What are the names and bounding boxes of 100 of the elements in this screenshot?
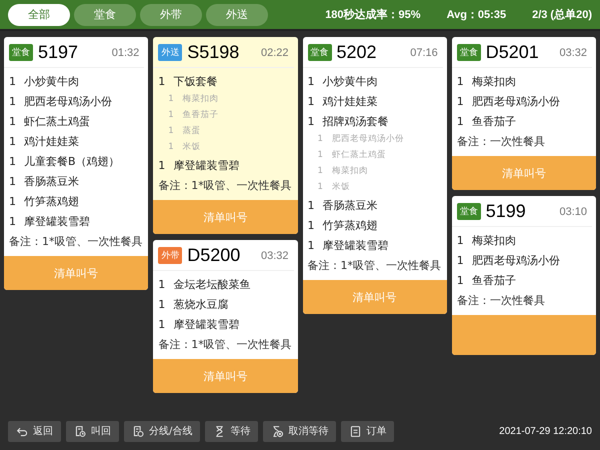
elapsed-time: 01:32: [112, 46, 140, 58]
item-name: 葱烧水豆腐: [173, 296, 228, 312]
item-quantity: 1: [308, 74, 314, 88]
stat-text: 180秒达成率：95%: [325, 8, 421, 22]
item-name: 鸡汁娃娃菜: [322, 94, 378, 108]
item-name: 肥西老母鸡汤小份: [472, 252, 560, 268]
item-quantity: 1: [9, 174, 16, 188]
toolbar-button[interactable]: 分线/合线: [124, 420, 200, 442]
item-quantity: 1: [9, 134, 16, 148]
order-number: S5198: [187, 42, 240, 63]
item-name: 梅菜扣肉: [472, 74, 516, 88]
item-name: 摩登罐装雪碧: [322, 238, 388, 252]
item-quantity: 1: [318, 134, 323, 144]
order-card[interactable]: 外带 D5200 03:32 1 金坛老坛酸菜鱼 1 葱烧水豆腐 1 摩登罐装雪碧 备注：1*吸管、一次性餐具 清单叫号: [153, 240, 298, 393]
item-name: 肥西老母鸡汤小份: [472, 94, 560, 108]
item-quantity: 1: [9, 194, 16, 208]
item-name: 金坛老坛酸菜鱼: [173, 276, 250, 292]
toolbar-button[interactable]: 等待: [205, 420, 258, 442]
stat-text: 2/3 (总单20): [532, 8, 592, 22]
toolbar-button[interactable]: 取消等待: [263, 420, 336, 442]
order-number: 5202: [336, 42, 378, 63]
elapsed-time: 07:16: [410, 46, 438, 58]
item-quantity: 1: [9, 74, 16, 88]
item-name: 鸡汁娃娃菜: [24, 134, 79, 148]
item-quantity: 1: [168, 126, 174, 136]
order-number: 5197: [38, 42, 80, 63]
order-number: 5199: [486, 201, 527, 222]
order-card[interactable]: 外送 S5198 02:22 1 下饭套餐 1 梅菜扣肉 1 鱼香茄子 1 蒸蛋 1 米饭 1 摩登罐装雪碧 备注：1*吸管、一次性餐具 清单叫号: [153, 37, 298, 234]
item-name: 虾仁蒸土鸡蛋: [332, 149, 386, 161]
item-name: 米饭: [332, 181, 350, 193]
item-quantity: 1: [456, 274, 464, 286]
item-quantity: 1: [158, 278, 166, 290]
item-quantity: 1: [168, 142, 174, 152]
item-quantity: 1: [308, 198, 314, 212]
item-quantity: 1: [308, 238, 314, 252]
item-quantity: 1: [308, 114, 314, 128]
item-name: 竹笋蒸鸡翅: [24, 194, 79, 208]
order-card[interactable]: 堂食 5202 07:16 1 小炒黄牛肉 1 鸡汁娃娃菜 1 招牌鸡汤套餐 1 肥西老母鸡汤小份 1 虾仁蒸土鸡蛋 1 梅菜扣肉 1 米饭 1 香肠蒸豆米 1 竹笋蒸鸡翅 1 摩登罐装雪碧 备注：1*吸管、一次性餐具 清单叫号: [302, 37, 447, 314]
item-name: 米饭: [182, 141, 201, 153]
item-quantity: 1: [456, 234, 464, 246]
order-note: 备注：1*吸管、一次性餐具: [158, 178, 292, 194]
item-name: 鱼香茄子: [472, 114, 516, 128]
elapsed-time: 03:32: [559, 46, 587, 58]
filter-tab[interactable]: 全部: [8, 4, 70, 26]
item-name: 下饭套餐: [173, 74, 218, 88]
toolbar-button[interactable]: 叫回: [66, 420, 119, 442]
order-card[interactable]: 堂食 5197 01:32 1 小炒黄牛肉 1 肥西老母鸡汤小份 1 虾仁蒸土鸡蛋 1 鸡汁娃娃菜 1 儿童套餐B（鸡翅） 1 香肠蒸豆米 1 竹笋蒸鸡翅 1 摩登罐装雪碧 备注：1*吸管、一次性餐具 清单叫号: [4, 37, 148, 290]
item-quantity: 1: [456, 74, 464, 88]
item-name: 肥西老母鸡汤小份: [24, 94, 112, 108]
date-time: 2021-07-29 12:20:10: [499, 426, 592, 436]
item-name: 鱼香茄子: [182, 109, 219, 121]
item-name: 蒸蛋: [182, 125, 201, 137]
document-icon: [349, 424, 362, 438]
order-note: 备注：1*吸管、一次性餐具: [158, 336, 292, 352]
item-quantity: 1: [168, 110, 174, 120]
order-number: D5200: [187, 245, 242, 266]
order-note: 备注：一次性餐具: [456, 292, 546, 308]
item-name: 梅菜扣肉: [182, 93, 219, 105]
document-clock-icon: [74, 424, 87, 438]
item-name: 摩登罐装雪碧: [24, 214, 90, 228]
item-name: 梅菜扣肉: [332, 165, 368, 177]
order-note: 备注：1*吸管、一次性餐具: [9, 234, 144, 250]
item-quantity: 1: [456, 254, 464, 266]
toolbar-button[interactable]: 返回: [8, 420, 61, 442]
order-note: 备注：一次性餐具: [456, 134, 546, 150]
item-quantity: 1: [456, 94, 464, 108]
order-card[interactable]: 堂食 D5201 03:32 1 梅菜扣肉 1 肥西老母鸡汤小份 1 鱼香茄子 备注：一次性餐具 清单叫号: [452, 37, 596, 190]
item-name: 竹笋蒸鸡翅: [322, 218, 378, 232]
elapsed-time: 03:32: [260, 250, 288, 262]
call-button[interactable]: [452, 315, 596, 355]
item-name: 香肠蒸豆米: [24, 174, 79, 188]
item-name: 虾仁蒸土鸡蛋: [24, 114, 90, 128]
order-note: 备注：1*吸管、一次性餐具: [308, 258, 442, 274]
item-quantity: 1: [308, 218, 314, 232]
order-type-tag: 堂食: [9, 44, 33, 61]
item-quantity: 1: [318, 150, 323, 160]
elapsed-time: 03:10: [559, 206, 587, 218]
item-quantity: 1: [158, 74, 166, 88]
item-quantity: 1: [158, 318, 166, 330]
item-quantity: 1: [456, 114, 464, 128]
item-name: 摩登罐装雪碧: [173, 316, 240, 332]
item-name: 招牌鸡汤套餐: [322, 114, 388, 128]
stat-text: Avg：05:35: [446, 8, 506, 22]
order-card[interactable]: 堂食 5199 03:10 1 梅菜扣肉 1 肥西老母鸡汤小份 1 鱼香茄子 备注：一次性餐具: [452, 196, 596, 355]
item-name: 摩登罐装雪碧: [173, 158, 240, 172]
item-name: 小炒黄牛肉: [24, 74, 79, 88]
item-name: 小炒黄牛肉: [322, 74, 378, 88]
item-quantity: 1: [158, 298, 166, 310]
order-type-tag: 外带: [158, 247, 182, 264]
item-quantity: 1: [9, 114, 16, 128]
item-name: 香肠蒸豆米: [322, 198, 378, 212]
item-quantity: 1: [168, 94, 174, 104]
toolbar-button[interactable]: 订单: [341, 420, 394, 442]
hourglass-cross-icon: [271, 424, 284, 438]
item-quantity: 1: [9, 154, 16, 168]
order-type-tag: 外送: [158, 44, 182, 61]
item-name: 儿童套餐B（鸡翅）: [24, 154, 120, 168]
item-quantity: 1: [158, 158, 166, 172]
item-name: 肥西老母鸡汤小份: [332, 133, 404, 145]
order-number: D5201: [486, 42, 540, 63]
